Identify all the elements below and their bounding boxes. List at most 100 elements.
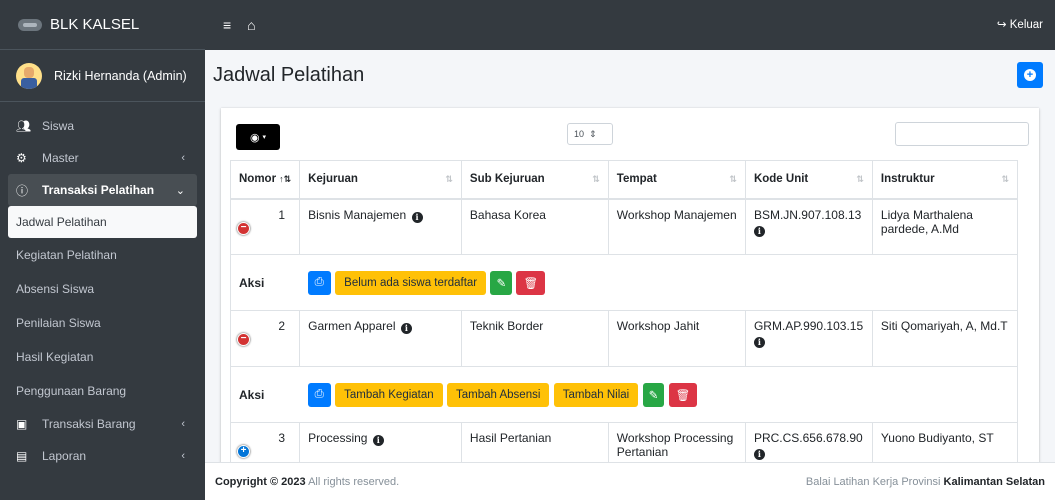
print-icon: ⎙ bbox=[314, 388, 324, 400]
tempat-cell: Workshop Manajemen bbox=[607, 198, 746, 255]
chevron-down-icon: ⌄ bbox=[175, 184, 185, 197]
sub-kejuruan-cell: Teknik Border bbox=[460, 310, 609, 367]
instruktur-cell: Lidya Marthalena pardede, A.Md bbox=[871, 198, 1019, 255]
sign-out-icon: ↪ bbox=[996, 19, 1007, 31]
sidebar-item-label: Penilaian Siswa bbox=[16, 316, 101, 330]
add-activity-button[interactable]: Tambah Kegiatan bbox=[335, 382, 443, 407]
sidebar-item-transaksi-pelatihan[interactable]: ⓘ Transaksi Pelatihan ⌄ bbox=[8, 174, 197, 206]
row-number-cell: − 1 bbox=[229, 198, 300, 255]
sidebar-item-laporan[interactable]: ▤ Laporan ‹ bbox=[8, 440, 197, 472]
add-grade-button[interactable]: Tambah Nilai bbox=[553, 382, 639, 407]
cogs-icon: ⚙ bbox=[16, 151, 27, 165]
chevron-left-icon: ‹ bbox=[181, 152, 185, 164]
sidebar-item-hasil-kegiatan[interactable]: Hasil Kegiatan bbox=[8, 340, 197, 374]
sidebar-item-label: Master bbox=[42, 151, 79, 165]
sidebar-item-label: Laporan bbox=[42, 449, 87, 463]
collapse-row-icon[interactable]: − bbox=[237, 221, 250, 235]
sidebar-item-absensi-siswa[interactable]: Absensi Siswa bbox=[8, 272, 197, 306]
add-button[interactable]: + bbox=[1017, 62, 1043, 88]
info-icon[interactable]: i bbox=[753, 337, 765, 348]
info-icon[interactable]: i bbox=[372, 435, 384, 446]
tempat-cell: Workshop Jahit bbox=[607, 310, 746, 367]
brand-link[interactable]: BLK KALSEL bbox=[0, 0, 205, 50]
sidebar-item-label: Hasil Kegiatan bbox=[16, 350, 94, 364]
sidebar-item-kegiatan-pelatihan[interactable]: Kegiatan Pelatihan bbox=[8, 238, 197, 272]
copyright-text: Copyright © 2023 All rights reserved. bbox=[215, 475, 400, 488]
expand-row-icon[interactable]: + bbox=[237, 445, 250, 458]
user-name: Rizki Hernanda (Admin) bbox=[54, 68, 187, 83]
kejuruan-cell: Bisnis Manajemen i bbox=[299, 198, 462, 255]
action-row: Aksi ⎙ Belum ada siswa terdaftar ✎ 🗑︎ bbox=[229, 254, 1018, 311]
logout-label: Keluar bbox=[1009, 19, 1043, 31]
sidebar-item-transaksi-barang[interactable]: ▣ Transaksi Barang ‹ bbox=[8, 408, 197, 440]
page-length-value: 10 bbox=[574, 129, 585, 139]
sort-asc-icon: ↑⇅ bbox=[279, 174, 292, 185]
hamburger-menu-icon[interactable]: ≡ bbox=[223, 17, 231, 33]
kode-unit-cell: GRM.AP.990.103.15 i bbox=[744, 310, 873, 367]
sidebar-item-label: Siswa bbox=[42, 119, 75, 133]
user-panel[interactable]: Rizki Hernanda (Admin) bbox=[0, 50, 205, 102]
column-header-kejuruan[interactable]: Kejuruan ⇅ bbox=[299, 160, 462, 200]
sidebar-item-label: Penggunaan Barang bbox=[16, 384, 127, 398]
main-content: Jadwal Pelatihan + ◉ ▾ 10 ⇕ Nomor ↑⇅ Keju… bbox=[205, 50, 1055, 468]
sidebar-item-label: Kegiatan Pelatihan bbox=[16, 248, 117, 262]
schedule-table: Nomor ↑⇅ Kejuruan ⇅ Sub Kejuruan ⇅ Tempat ⇅ … bbox=[229, 160, 1019, 468]
caret-down-icon: ▾ bbox=[262, 134, 267, 141]
aksi-label: Aksi bbox=[229, 254, 300, 311]
edit-icon: ✎ bbox=[648, 389, 659, 402]
sub-kejuruan-cell: Bahasa Korea bbox=[460, 198, 609, 255]
action-row: Aksi ⎙ Tambah Kegiatan Tambah Absensi Ta… bbox=[229, 366, 1018, 423]
page-title: Jadwal Pelatihan bbox=[213, 64, 365, 86]
sidebar-item-siswa[interactable]: 👥︎ Siswa bbox=[8, 110, 197, 142]
column-header-nomor[interactable]: Nomor ↑⇅ bbox=[229, 160, 300, 200]
add-attendance-button[interactable]: Tambah Absensi bbox=[447, 382, 550, 407]
no-students-button[interactable]: Belum ada siswa terdaftar bbox=[335, 270, 487, 295]
sidebar-item-penilaian-siswa[interactable]: Penilaian Siswa bbox=[8, 306, 197, 340]
action-cell: ⎙ Tambah Kegiatan Tambah Absensi Tambah … bbox=[299, 366, 1018, 423]
sidebar-item-penggunaan-barang[interactable]: Penggunaan Barang bbox=[8, 374, 197, 408]
print-icon: ⎙ bbox=[314, 276, 324, 288]
edit-button[interactable]: ✎ bbox=[490, 270, 513, 295]
sidebar-item-label: Absensi Siswa bbox=[16, 282, 95, 296]
collapse-row-icon[interactable]: − bbox=[237, 333, 250, 346]
info-icon[interactable]: i bbox=[753, 449, 765, 460]
column-visibility-button[interactable]: ◉ ▾ bbox=[236, 124, 280, 150]
print-button[interactable]: ⎙ bbox=[307, 270, 331, 295]
select-arrows-icon: ⇕ bbox=[589, 128, 597, 139]
trash-icon: 🗑︎ bbox=[675, 389, 691, 402]
brand-name: BLK KALSEL bbox=[50, 16, 140, 33]
print-button[interactable]: ⎙ bbox=[307, 382, 331, 407]
sort-icon: ⇅ bbox=[592, 174, 600, 184]
column-header-kode-unit[interactable]: Kode Unit ⇅ bbox=[744, 160, 873, 200]
avatar bbox=[16, 62, 42, 89]
column-header-tempat[interactable]: Tempat ⇅ bbox=[607, 160, 746, 200]
sidebar-item-master[interactable]: ⚙ Master ‹ bbox=[8, 142, 197, 174]
organization-text: Balai Latihan Kerja Provinsi Kalimantan … bbox=[805, 475, 1045, 488]
topbar: ≡ ⌂ ↪ Keluar bbox=[205, 0, 1055, 50]
footer: Copyright © 2023 All rights reserved. Ba… bbox=[205, 462, 1055, 500]
info-icon[interactable]: i bbox=[753, 225, 765, 237]
info-icon[interactable]: i bbox=[411, 211, 423, 223]
info-icon[interactable]: i bbox=[400, 323, 412, 334]
book-icon: ▤ bbox=[16, 449, 28, 463]
logout-link[interactable]: ↪ Keluar bbox=[997, 17, 1043, 31]
column-header-instruktur[interactable]: Instruktur ⇅ bbox=[871, 160, 1019, 200]
page-length-select[interactable]: 10 ⇕ bbox=[567, 123, 613, 145]
table-row: − 1 Bisnis Manajemen i Bahasa Korea Work… bbox=[229, 198, 1019, 255]
brand-logo-icon bbox=[18, 18, 42, 31]
edit-button[interactable]: ✎ bbox=[642, 382, 665, 407]
box-icon: ▣ bbox=[16, 417, 28, 431]
aksi-label: Aksi bbox=[229, 366, 300, 423]
kejuruan-cell: Garmen Apparel i bbox=[299, 310, 462, 367]
sidebar-item-label: Transaksi Pelatihan bbox=[42, 183, 155, 197]
eye-icon: ◉ bbox=[249, 131, 260, 144]
sidebar-item-jadwal-pelatihan[interactable]: Jadwal Pelatihan bbox=[8, 206, 197, 238]
delete-button[interactable]: 🗑︎ bbox=[516, 270, 546, 295]
chevron-left-icon: ‹ bbox=[181, 450, 185, 462]
column-header-sub-kejuruan[interactable]: Sub Kejuruan ⇅ bbox=[460, 160, 609, 200]
search-input[interactable] bbox=[895, 122, 1029, 146]
kode-unit-cell: BSM.JN.907.108.13 i bbox=[744, 198, 873, 255]
delete-button[interactable]: 🗑︎ bbox=[668, 382, 698, 407]
home-icon[interactable]: ⌂ bbox=[247, 17, 255, 33]
sort-icon: ⇅ bbox=[729, 174, 737, 184]
